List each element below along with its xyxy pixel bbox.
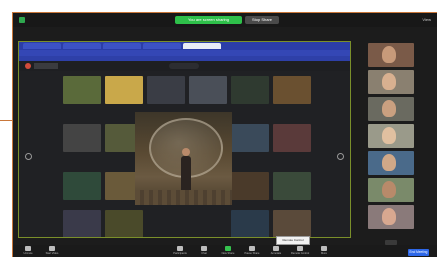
toolbar-label: Annotate bbox=[270, 252, 282, 255]
orange-guide-line-tick bbox=[0, 120, 12, 121]
photo-preview[interactable] bbox=[135, 112, 232, 205]
browser-tab[interactable] bbox=[23, 43, 61, 49]
shared-screen bbox=[18, 41, 351, 238]
annotate-button[interactable]: Annotate bbox=[267, 246, 285, 256]
photo-thumbnail[interactable] bbox=[231, 124, 269, 152]
browser-tab[interactable] bbox=[63, 43, 101, 49]
participant-video-tile[interactable] bbox=[368, 151, 414, 175]
pause-share-button[interactable]: Pause Share bbox=[243, 246, 261, 256]
pause-icon bbox=[249, 246, 255, 251]
photo-thumbnail[interactable] bbox=[189, 76, 227, 104]
photo-thumbnail[interactable] bbox=[273, 76, 311, 104]
participant-video-tile[interactable] bbox=[368, 70, 414, 94]
remote-control-icon bbox=[297, 246, 303, 251]
photo-thumbnail[interactable] bbox=[105, 210, 143, 237]
toolbar-label: New Share bbox=[221, 252, 235, 255]
browser-tab[interactable] bbox=[143, 43, 181, 49]
photos-app-title bbox=[34, 63, 58, 69]
zoom-window: You are screen sharing Stop Share View U… bbox=[13, 13, 437, 257]
participants-button[interactable]: Participants bbox=[171, 246, 189, 256]
photos-search-box[interactable] bbox=[169, 63, 199, 69]
mic-icon bbox=[25, 246, 31, 251]
more-icon bbox=[321, 246, 327, 251]
share-screen-icon bbox=[225, 246, 231, 251]
toolbar-label: Start Video bbox=[45, 252, 59, 255]
photos-app-header bbox=[19, 61, 350, 71]
cobblestone-ground bbox=[135, 190, 232, 205]
photo-thumbnail[interactable] bbox=[273, 172, 311, 200]
photos-logo-icon bbox=[25, 63, 31, 69]
video-icon bbox=[49, 246, 55, 251]
participant-video-tile[interactable] bbox=[368, 124, 414, 148]
participant-face bbox=[382, 46, 396, 63]
person-head bbox=[182, 148, 190, 156]
photo-thumbnail[interactable] bbox=[273, 124, 311, 152]
zoom-top-bar: You are screen sharing Stop Share View bbox=[13, 13, 437, 27]
stop-share-button[interactable]: Stop Share bbox=[245, 16, 279, 24]
photo-thumbnail[interactable] bbox=[231, 172, 269, 200]
photo-thumbnail[interactable] bbox=[231, 76, 269, 104]
participants-icon bbox=[177, 246, 183, 251]
remote-control-button[interactable]: Remote Control bbox=[291, 246, 309, 256]
participant-face bbox=[382, 208, 396, 225]
photo-thumbnail[interactable] bbox=[231, 210, 269, 237]
security-shield-icon[interactable] bbox=[19, 17, 25, 23]
participant-face bbox=[382, 100, 396, 117]
chat-icon bbox=[201, 246, 207, 251]
toolbar-label: Remote Control bbox=[291, 252, 310, 255]
participant-video-tile[interactable] bbox=[368, 43, 414, 67]
toolbar-label: More bbox=[321, 252, 327, 255]
browser-tab-active[interactable] bbox=[183, 43, 221, 49]
new-share-button[interactable]: New Share bbox=[219, 246, 237, 256]
photo-thumbnail[interactable] bbox=[273, 210, 311, 237]
participant-face bbox=[382, 181, 396, 198]
toolbar-label: Unmute bbox=[23, 252, 33, 255]
previous-photo-arrow-icon[interactable] bbox=[25, 153, 32, 160]
participant-face bbox=[382, 73, 396, 90]
browser-tab-strip bbox=[19, 42, 350, 50]
annotate-icon bbox=[273, 246, 279, 251]
next-photo-arrow-icon[interactable] bbox=[337, 153, 344, 160]
remote-control-tooltip: Remote Control bbox=[276, 236, 310, 245]
person-figure bbox=[181, 156, 191, 192]
start-video-button[interactable]: Start Video bbox=[43, 246, 61, 256]
more-button[interactable]: More bbox=[315, 246, 333, 256]
participant-video-tile[interactable] bbox=[368, 178, 414, 202]
photo-thumbnail[interactable] bbox=[63, 172, 101, 200]
browser-tab[interactable] bbox=[103, 43, 141, 49]
participant-video-tile[interactable] bbox=[368, 205, 414, 229]
photo-thumbnail[interactable] bbox=[63, 124, 101, 152]
end-meeting-button[interactable]: End Meeting bbox=[408, 249, 429, 256]
participant-video-tile[interactable] bbox=[368, 97, 414, 121]
unmute-button[interactable]: Unmute bbox=[19, 246, 37, 256]
meeting-toolbar: Unmute Start Video Participants Chat New… bbox=[13, 245, 437, 257]
toolbar-label: Pause Share bbox=[244, 252, 260, 255]
screen-sharing-indicator[interactable]: You are screen sharing bbox=[175, 16, 242, 24]
toolbar-label: Participants bbox=[173, 252, 187, 255]
participant-face bbox=[382, 154, 396, 171]
participant-face bbox=[382, 127, 396, 144]
participant-gallery bbox=[368, 43, 414, 239]
toolbar-label: Chat bbox=[201, 252, 207, 255]
photo-thumbnail[interactable] bbox=[147, 76, 185, 104]
photo-thumbnail[interactable] bbox=[63, 76, 101, 104]
photo-thumbnail[interactable] bbox=[63, 210, 101, 237]
chat-button[interactable]: Chat bbox=[195, 246, 213, 256]
photo-thumbnail[interactable] bbox=[105, 76, 143, 104]
view-button[interactable]: View bbox=[422, 17, 431, 22]
